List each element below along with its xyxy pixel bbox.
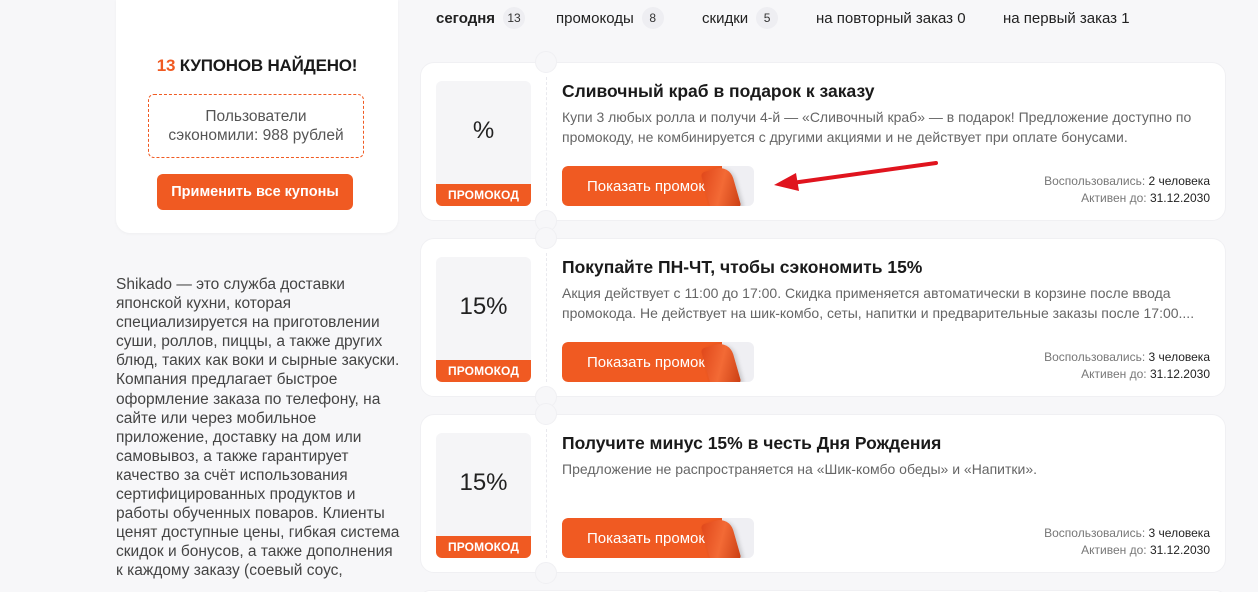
show-promocode-label: Показать промокод bbox=[562, 342, 722, 382]
coupon-title: Покупайте ПН-ЧТ, чтобы сэкономить 15% bbox=[562, 257, 923, 277]
active-label: Активен до: bbox=[1081, 191, 1147, 205]
tab-count-badge: 13 bbox=[503, 7, 526, 29]
tab-label: на повторный заказ 0 bbox=[816, 9, 966, 27]
coupon-description: Купи 3 любых ролла и получи 4-й — «Сливо… bbox=[562, 109, 1192, 145]
ticket-notch bbox=[535, 51, 557, 73]
ticket-divider bbox=[546, 429, 547, 558]
discount-box: 15% ПРОМОКОД bbox=[436, 433, 531, 558]
tab-label: скидки bbox=[702, 9, 749, 27]
discount-value: 15% bbox=[459, 293, 508, 320]
tab-count-badge: 5 bbox=[756, 7, 779, 29]
used-value: 3 человека bbox=[1148, 350, 1210, 364]
used-value: 2 человека bbox=[1148, 174, 1210, 188]
coupon-description: Акция действует с 11:00 до 17:00. Скидка… bbox=[562, 285, 1195, 321]
tab-label: промокоды bbox=[556, 9, 634, 27]
used-value: 3 человека bbox=[1148, 526, 1210, 540]
coupon-description: Предложение не распространяется на «Шик-… bbox=[562, 461, 1038, 477]
coupon-summary-card: 13 КУПОНОВ НАЙДЕНО! Пользователи сэконом… bbox=[116, 0, 398, 233]
show-promocode-label: Показать промокод bbox=[562, 518, 722, 558]
active-label: Активен до: bbox=[1081, 367, 1147, 381]
coupon-meta: Воспользовались: 3 человека Активен до: … bbox=[1044, 349, 1210, 383]
coupons-found-title: 13 КУПОНОВ НАЙДЕНО! bbox=[116, 56, 398, 76]
promocode-tag: ПРОМОКОД bbox=[436, 184, 531, 206]
show-promocode-label: Показать промокод bbox=[562, 166, 722, 206]
tab-label: сегодня bbox=[436, 9, 496, 27]
discount-box: % ПРОМОКОД bbox=[436, 81, 531, 206]
promocode-tag: ПРОМОКОД bbox=[436, 536, 531, 558]
tab-first-order[interactable]: на первый заказ 1 bbox=[1003, 8, 1130, 28]
annotation-arrow-icon bbox=[774, 161, 938, 191]
coupon-meta: Воспользовались: 2 человека Активен до: … bbox=[1044, 173, 1210, 207]
active-value: 31.12.2030 bbox=[1149, 543, 1210, 557]
used-label: Воспользовались: bbox=[1044, 526, 1146, 540]
coupons-found-count: 13 bbox=[156, 56, 176, 75]
tab-count-badge: 8 bbox=[641, 7, 664, 29]
savings-text: Пользователи сэкономили: 988 рублей bbox=[168, 108, 344, 144]
tab-today[interactable]: сегодня 13 bbox=[436, 7, 526, 29]
coupon-meta: Воспользовались: 3 человека Активен до: … bbox=[1044, 525, 1210, 559]
discount-box: 15% ПРОМОКОД bbox=[436, 257, 531, 382]
tab-label: на первый заказ 1 bbox=[1003, 9, 1130, 27]
coupon-card: 15% ПРОМОКОД Покупайте ПН-ЧТ, чтобы сэко… bbox=[420, 227, 1226, 408]
tab-repeat-order[interactable]: на повторный заказ 0 bbox=[816, 8, 966, 28]
coupon-card: 15% ПРОМОКОД Получите минус 15% в честь … bbox=[420, 403, 1226, 584]
used-label: Воспользовались: bbox=[1044, 350, 1146, 364]
active-value: 31.12.2030 bbox=[1149, 367, 1210, 381]
coupon-title: Сливочный краб в подарок к заказу bbox=[562, 81, 875, 101]
show-promocode-button[interactable]: Показать промокод bbox=[562, 166, 754, 206]
coupon-card: % ПРОМОКОД Сливочный краб в подарок к за… bbox=[420, 51, 1226, 232]
show-promocode-button[interactable]: Показать промокод bbox=[562, 518, 754, 558]
ticket-divider bbox=[546, 77, 547, 206]
ticket-notch bbox=[535, 562, 557, 584]
show-promocode-button[interactable]: Показать промокод bbox=[562, 342, 754, 382]
savings-box: Пользователи сэкономили: 988 рублей bbox=[148, 94, 364, 158]
apply-all-coupons-button[interactable]: Применить все купоны bbox=[157, 174, 353, 210]
ticket-notch bbox=[535, 227, 557, 249]
tab-discounts[interactable]: скидки 5 bbox=[702, 7, 779, 29]
coupons-found-label: КУПОНОВ НАЙДЕНО! bbox=[179, 56, 358, 75]
promocode-tag: ПРОМОКОД bbox=[436, 360, 531, 382]
active-value: 31.12.2030 bbox=[1149, 191, 1210, 205]
ticket-notch bbox=[535, 403, 557, 425]
discount-value: 15% bbox=[459, 469, 508, 496]
coupon-title: Получите минус 15% в честь Дня Рождения bbox=[562, 433, 942, 453]
discount-value: % bbox=[472, 117, 495, 144]
active-label: Активен до: bbox=[1081, 543, 1147, 557]
ticket-divider bbox=[546, 253, 547, 382]
used-label: Воспользовались: bbox=[1044, 174, 1146, 188]
store-description: Shikado — это служба доставки японской к… bbox=[116, 276, 400, 580]
tab-promocodes[interactable]: промокоды 8 bbox=[556, 7, 664, 29]
